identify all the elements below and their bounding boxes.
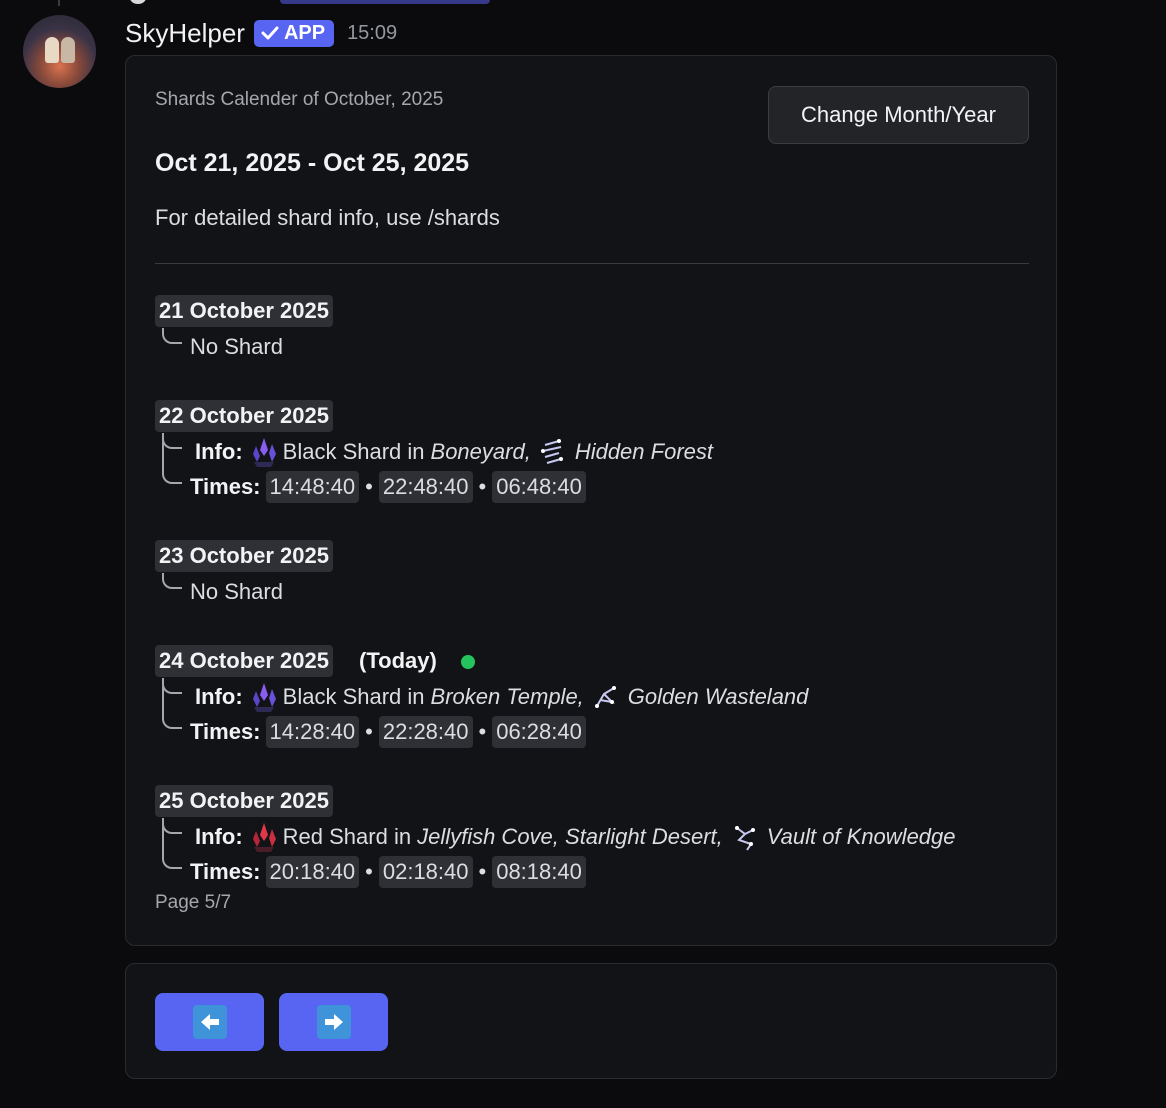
page-indicator: Page 5/7 (155, 892, 232, 913)
info-label: Info: (195, 824, 243, 849)
constellation-icon (540, 439, 563, 464)
black-shard-icon (252, 438, 276, 467)
realm-text: Hidden Forest (574, 439, 713, 464)
arrow-right-icon (316, 1005, 351, 1039)
check-icon (261, 26, 279, 40)
username[interactable]: SkyHelper (125, 18, 245, 49)
previous-avatar (130, 0, 146, 4)
separator: • (478, 719, 487, 744)
separator: • (365, 474, 373, 499)
message-header: SkyHelper APP 15:09 (125, 16, 397, 50)
app-tag-label: APP (283, 21, 326, 44)
time-chip[interactable]: 08:18:40 (492, 856, 586, 888)
tree-elbow (162, 468, 182, 484)
time-chip[interactable]: 06:28:40 (492, 716, 586, 748)
time-chip[interactable]: 22:48:40 (378, 471, 473, 503)
date-badge: 21 October 2025 (155, 295, 333, 327)
realm-text: Golden Wasteland (627, 684, 809, 709)
no-shard-text: No Shard (190, 579, 283, 604)
avatar-figure (61, 37, 75, 63)
constellation-icon (594, 686, 616, 708)
times-line: Times: 14:28:40 • 22:28:40 • 06:28:40 (190, 715, 586, 749)
embed-author: Shards Calender of October, 2025 (155, 89, 444, 110)
today-label: (Today) (359, 648, 437, 673)
times-line: Times: 14:48:40 • 22:48:40 • 06:48:40 (190, 470, 586, 504)
avatar[interactable] (23, 15, 96, 88)
times-label: Times: (190, 719, 261, 744)
next-page-button[interactable] (279, 993, 388, 1051)
black-shard-icon (252, 683, 276, 712)
tree-elbow (162, 573, 182, 589)
date-badge: 22 October 2025 (155, 400, 333, 432)
tree-elbow (162, 678, 182, 694)
location-text: Boneyard, (430, 439, 531, 464)
avatar-figure (45, 37, 59, 63)
embed-description: For detailed shard info, use /shards (155, 205, 500, 230)
thread-line (58, 0, 60, 6)
realm-text: Vault of Knowledge (766, 824, 956, 849)
date-badge: 24 October 2025 (155, 645, 333, 677)
tree-elbow (162, 853, 182, 869)
tree-elbow (162, 433, 182, 449)
date-badge: 23 October 2025 (155, 540, 333, 572)
date-badge: 25 October 2025 (155, 785, 333, 817)
no-shard-text: No Shard (190, 334, 283, 359)
arrow-left-icon (192, 1005, 227, 1039)
divider (155, 263, 1029, 264)
app-tag: APP (253, 19, 335, 47)
location-text: Broken Temple, (430, 684, 584, 709)
timestamp[interactable]: 15:09 (347, 22, 397, 45)
red-shard-icon (252, 823, 276, 852)
button-row (125, 963, 1057, 1079)
embed-title: Oct 21, 2025 - Oct 25, 2025 (155, 149, 470, 177)
time-chip[interactable]: 14:48:40 (265, 471, 360, 503)
time-chip[interactable]: 14:28:40 (265, 716, 360, 748)
tree-elbow (162, 818, 182, 834)
shard-text: Black Shard in (282, 439, 425, 464)
time-chip[interactable]: 02:18:40 (378, 856, 473, 888)
info-line: Info: Black Shard in Boneyard, Hidden Fo… (195, 435, 713, 469)
previous-message-fragment (280, 0, 490, 4)
tree-elbow (162, 328, 182, 344)
tree-elbow (162, 713, 182, 729)
info-label: Info: (195, 439, 243, 464)
info-label: Info: (195, 684, 243, 709)
time-chip[interactable]: 06:48:40 (492, 471, 586, 503)
times-label: Times: (190, 859, 261, 884)
separator: • (478, 859, 487, 884)
constellation-icon (734, 826, 755, 851)
times-label: Times: (190, 474, 261, 499)
shard-text: Black Shard in (282, 684, 425, 709)
change-month-year-button[interactable]: Change Month/Year (768, 86, 1029, 144)
info-line: Info: Black Shard in Broken Temple, Gold… (195, 680, 808, 714)
embed-card: Shards Calender of October, 2025 Change … (125, 55, 1057, 946)
today-status-dot (461, 655, 475, 669)
time-chip[interactable]: 22:28:40 (378, 716, 473, 748)
previous-page-button[interactable] (155, 993, 264, 1051)
separator: • (365, 719, 373, 744)
time-chip[interactable]: 20:18:40 (265, 856, 360, 888)
separator: • (478, 474, 487, 499)
separator: • (365, 859, 373, 884)
times-line: Times: 20:18:40 • 02:18:40 • 08:18:40 (190, 855, 586, 889)
shard-text: Red Shard in (282, 824, 412, 849)
info-line: Info: Red Shard in Jellyfish Cove, Starl… (195, 820, 956, 854)
location-text: Jellyfish Cove, Starlight Desert, (417, 824, 723, 849)
